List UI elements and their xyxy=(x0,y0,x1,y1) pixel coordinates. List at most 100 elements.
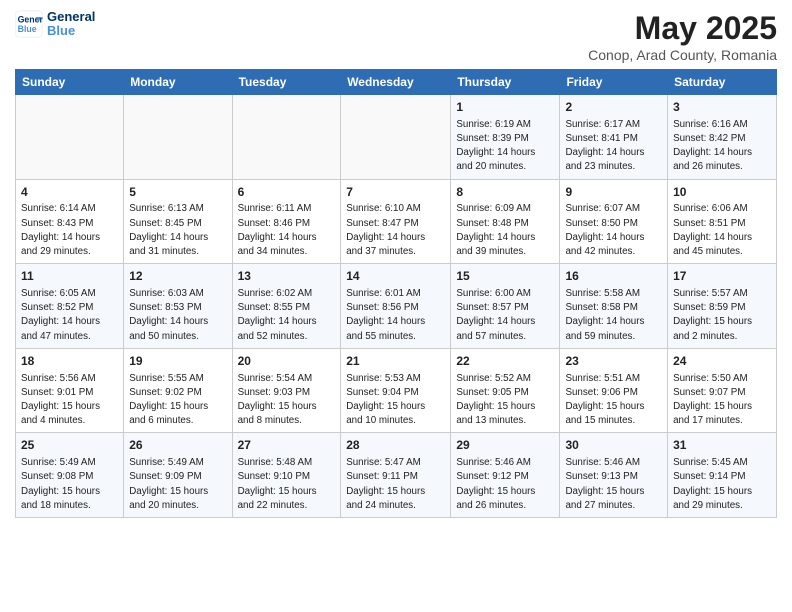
day-info: Sunrise: 6:06 AM Sunset: 8:51 PM Dayligh… xyxy=(673,202,771,259)
calendar-cell xyxy=(16,95,124,180)
day-number: 15 xyxy=(456,268,554,285)
calendar-header-row: SundayMondayTuesdayWednesdayThursdayFrid… xyxy=(16,70,777,95)
calendar-cell: 19 Sunrise: 5:55 AM Sunset: 9:02 PM Dayli… xyxy=(124,348,232,433)
day-number: 22 xyxy=(456,353,554,370)
day-info: Sunrise: 5:46 AM Sunset: 9:12 PM Dayligh… xyxy=(456,456,554,513)
calendar-cell: 20Sunrise: 5:54 AM Sunset: 9:03 PM Dayli… xyxy=(232,348,341,433)
title-block: May 2025 Conop, Arad County, Romania xyxy=(588,10,777,63)
calendar-cell: 6Sunrise: 6:11 AM Sunset: 8:46 PM Daylig… xyxy=(232,179,341,264)
weekday-header: Tuesday xyxy=(232,70,341,95)
day-number: 4 xyxy=(21,184,118,201)
day-number: 5 xyxy=(129,184,226,201)
calendar-cell: 30Sunrise: 5:46 AM Sunset: 9:13 PM Dayli… xyxy=(560,433,668,518)
calendar-cell: 18 Sunrise: 5:56 AM Sunset: 9:01 PM Dayli… xyxy=(16,348,124,433)
calendar-cell: 31 Sunrise: 5:45 AM Sunset: 9:14 PM Dayli… xyxy=(668,433,777,518)
calendar-cell: 24Sunrise: 5:50 AM Sunset: 9:07 PM Dayli… xyxy=(668,348,777,433)
calendar-cell: 12 Sunrise: 6:03 AM Sunset: 8:53 PM Dayli… xyxy=(124,264,232,349)
day-number: 10 xyxy=(673,184,771,201)
calendar-cell: 29Sunrise: 5:46 AM Sunset: 9:12 PM Dayli… xyxy=(451,433,560,518)
calendar-cell: 9Sunrise: 6:07 AM Sunset: 8:50 PM Daylig… xyxy=(560,179,668,264)
calendar-cell xyxy=(124,95,232,180)
calendar-cell: 22 Sunrise: 5:52 AM Sunset: 9:05 PM Dayli… xyxy=(451,348,560,433)
day-info: Sunrise: 5:55 AM Sunset: 9:02 PM Dayligh… xyxy=(129,372,226,429)
svg-text:Blue: Blue xyxy=(18,24,37,34)
day-info: Sunrise: 5:57 AM Sunset: 8:59 PM Dayligh… xyxy=(673,287,771,344)
day-number: 19 xyxy=(129,353,226,370)
day-number: 25 xyxy=(21,437,118,454)
main-title: May 2025 xyxy=(588,10,777,47)
day-info: Sunrise: 5:49 AM Sunset: 9:09 PM Dayligh… xyxy=(129,456,226,513)
logo-text: General Blue xyxy=(47,10,95,39)
page: General Blue General Blue May 2025 Conop… xyxy=(0,0,792,612)
day-info: Sunrise: 6:16 AM Sunset: 8:42 PM Dayligh… xyxy=(673,118,771,175)
day-number: 14 xyxy=(346,268,445,285)
day-number: 3 xyxy=(673,99,771,116)
day-number: 28 xyxy=(346,437,445,454)
day-info: Sunrise: 6:13 AM Sunset: 8:45 PM Dayligh… xyxy=(129,202,226,259)
weekday-header: Saturday xyxy=(668,70,777,95)
day-number: 20 xyxy=(238,353,336,370)
day-info: Sunrise: 6:11 AM Sunset: 8:46 PM Dayligh… xyxy=(238,202,336,259)
day-info: Sunrise: 6:01 AM Sunset: 8:56 PM Dayligh… xyxy=(346,287,445,344)
calendar-cell: 25 Sunrise: 5:49 AM Sunset: 9:08 PM Dayli… xyxy=(16,433,124,518)
day-number: 31 xyxy=(673,437,771,454)
calendar-cell xyxy=(232,95,341,180)
day-info: Sunrise: 5:51 AM Sunset: 9:06 PM Dayligh… xyxy=(565,372,662,429)
day-info: Sunrise: 6:09 AM Sunset: 8:48 PM Dayligh… xyxy=(456,202,554,259)
day-info: Sunrise: 5:50 AM Sunset: 9:07 PM Dayligh… xyxy=(673,372,771,429)
day-number: 26 xyxy=(129,437,226,454)
day-info: Sunrise: 6:14 AM Sunset: 8:43 PM Dayligh… xyxy=(21,202,118,259)
day-info: Sunrise: 5:47 AM Sunset: 9:11 PM Dayligh… xyxy=(346,456,445,513)
day-info: Sunrise: 6:02 AM Sunset: 8:55 PM Dayligh… xyxy=(238,287,336,344)
day-number: 16 xyxy=(565,268,662,285)
day-number: 1 xyxy=(456,99,554,116)
calendar-week-row: 18 Sunrise: 5:56 AM Sunset: 9:01 PM Dayli… xyxy=(16,348,777,433)
day-number: 8 xyxy=(456,184,554,201)
day-number: 2 xyxy=(565,99,662,116)
day-info: Sunrise: 6:10 AM Sunset: 8:47 PM Dayligh… xyxy=(346,202,445,259)
day-info: Sunrise: 6:07 AM Sunset: 8:50 PM Dayligh… xyxy=(565,202,662,259)
calendar-week-row: 1 Sunrise: 6:19 AM Sunset: 8:39 PM Daylig… xyxy=(16,95,777,180)
calendar-cell: 1 Sunrise: 6:19 AM Sunset: 8:39 PM Daylig… xyxy=(451,95,560,180)
calendar: SundayMondayTuesdayWednesdayThursdayFrid… xyxy=(15,69,777,518)
day-info: Sunrise: 5:53 AM Sunset: 9:04 PM Dayligh… xyxy=(346,372,445,429)
weekday-header: Thursday xyxy=(451,70,560,95)
calendar-cell xyxy=(341,95,451,180)
calendar-cell: 2 Sunrise: 6:17 AM Sunset: 8:41 PM Daylig… xyxy=(560,95,668,180)
calendar-cell: 14 Sunrise: 6:01 AM Sunset: 8:56 PM Dayli… xyxy=(341,264,451,349)
calendar-cell: 11Sunrise: 6:05 AM Sunset: 8:52 PM Dayli… xyxy=(16,264,124,349)
day-number: 23 xyxy=(565,353,662,370)
day-number: 27 xyxy=(238,437,336,454)
header: General Blue General Blue May 2025 Conop… xyxy=(15,10,777,63)
calendar-cell: 5Sunrise: 6:13 AM Sunset: 8:45 PM Daylig… xyxy=(124,179,232,264)
day-info: Sunrise: 5:49 AM Sunset: 9:08 PM Dayligh… xyxy=(21,456,118,513)
calendar-cell: 17Sunrise: 5:57 AM Sunset: 8:59 PM Dayli… xyxy=(668,264,777,349)
day-info: Sunrise: 6:00 AM Sunset: 8:57 PM Dayligh… xyxy=(456,287,554,344)
logo: General Blue General Blue xyxy=(15,10,95,39)
calendar-cell: 4Sunrise: 6:14 AM Sunset: 8:43 PM Daylig… xyxy=(16,179,124,264)
weekday-header: Monday xyxy=(124,70,232,95)
weekday-header: Wednesday xyxy=(341,70,451,95)
calendar-cell: 21 Sunrise: 5:53 AM Sunset: 9:04 PM Dayli… xyxy=(341,348,451,433)
day-info: Sunrise: 5:52 AM Sunset: 9:05 PM Dayligh… xyxy=(456,372,554,429)
day-number: 12 xyxy=(129,268,226,285)
calendar-cell: 16Sunrise: 5:58 AM Sunset: 8:58 PM Dayli… xyxy=(560,264,668,349)
weekday-header: Sunday xyxy=(16,70,124,95)
calendar-cell: 8Sunrise: 6:09 AM Sunset: 8:48 PM Daylig… xyxy=(451,179,560,264)
calendar-cell: 15 Sunrise: 6:00 AM Sunset: 8:57 PM Dayli… xyxy=(451,264,560,349)
day-number: 30 xyxy=(565,437,662,454)
weekday-header: Friday xyxy=(560,70,668,95)
day-number: 21 xyxy=(346,353,445,370)
day-info: Sunrise: 6:19 AM Sunset: 8:39 PM Dayligh… xyxy=(456,118,554,175)
calendar-week-row: 25 Sunrise: 5:49 AM Sunset: 9:08 PM Dayli… xyxy=(16,433,777,518)
calendar-cell: 27Sunrise: 5:48 AM Sunset: 9:10 PM Dayli… xyxy=(232,433,341,518)
day-number: 7 xyxy=(346,184,445,201)
day-info: Sunrise: 5:56 AM Sunset: 9:01 PM Dayligh… xyxy=(21,372,118,429)
day-info: Sunrise: 6:05 AM Sunset: 8:52 PM Dayligh… xyxy=(21,287,118,344)
day-info: Sunrise: 6:03 AM Sunset: 8:53 PM Dayligh… xyxy=(129,287,226,344)
calendar-cell: 28 Sunrise: 5:47 AM Sunset: 9:11 PM Dayli… xyxy=(341,433,451,518)
day-number: 6 xyxy=(238,184,336,201)
day-info: Sunrise: 5:45 AM Sunset: 9:14 PM Dayligh… xyxy=(673,456,771,513)
day-number: 18 xyxy=(21,353,118,370)
day-info: Sunrise: 6:17 AM Sunset: 8:41 PM Dayligh… xyxy=(565,118,662,175)
